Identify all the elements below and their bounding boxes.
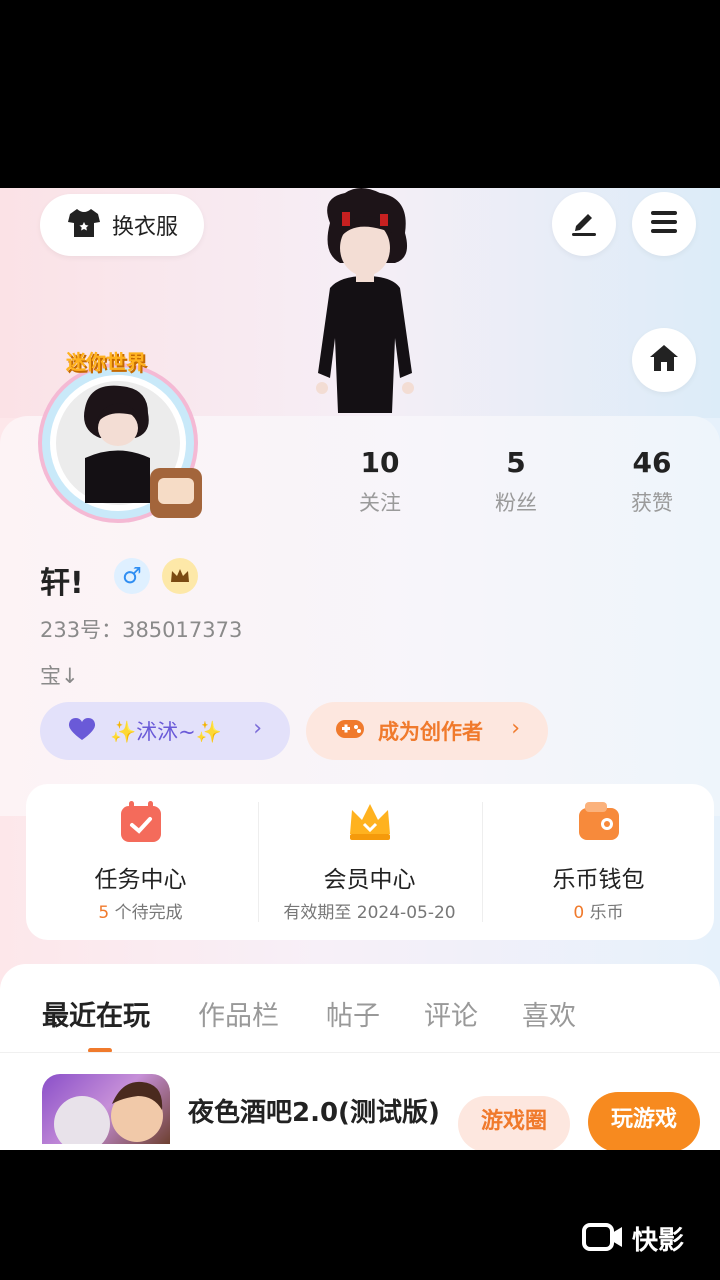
watermark: 快影 xyxy=(582,1220,684,1257)
stat-followers[interactable]: 5 粉丝 xyxy=(446,446,586,517)
character-figure[interactable] xyxy=(300,188,430,418)
video-camera-icon xyxy=(582,1221,624,1257)
edit-profile-button[interactable] xyxy=(552,192,616,256)
divider xyxy=(482,802,483,922)
tab-recent[interactable]: 最近在玩 xyxy=(42,994,150,1033)
change-outfit-button[interactable]: 换衣服 xyxy=(40,194,204,256)
change-outfit-label: 换衣服 xyxy=(111,215,178,240)
divider xyxy=(0,1052,720,1053)
play-game-button[interactable]: 玩游戏 xyxy=(588,1092,700,1150)
task-center-title: 任务中心 xyxy=(94,867,187,893)
gamepad-icon xyxy=(334,716,366,746)
task-center-sub: 5 个待完成 xyxy=(26,898,255,923)
tab-posts[interactable]: 帖子 xyxy=(326,994,380,1033)
profile-avatar[interactable]: 迷你世界 xyxy=(30,348,210,528)
member-center-item[interactable]: 会员中心 有效期至 2024-05-20 xyxy=(255,784,484,940)
likes-count: 46 xyxy=(632,446,672,479)
crown-icon xyxy=(346,798,394,846)
chevron-right-icon: › xyxy=(511,716,520,741)
tab-comments[interactable]: 评论 xyxy=(424,994,478,1033)
wallet-icon xyxy=(575,798,623,846)
profile-screen: 换衣服 迷你世界 10 关注 5 粉丝 46 获赞 轩! ♂ 233号：3850… xyxy=(0,188,720,1150)
pending-label: 个待完成 xyxy=(109,903,183,923)
hamburger-icon xyxy=(648,206,680,242)
watermark-text: 快影 xyxy=(632,1226,685,1256)
member-expiry: 有效期至 2024-05-20 xyxy=(283,903,456,923)
calendar-check-icon xyxy=(117,798,165,846)
wallet-title: 乐币钱包 xyxy=(552,867,645,893)
stats-row: 10 关注 5 粉丝 46 获赞 xyxy=(310,446,720,526)
followers-count: 5 xyxy=(506,446,526,479)
heart-icon xyxy=(66,716,98,746)
become-creator-tag[interactable]: 成为创作者 › xyxy=(306,702,548,760)
male-icon: ♂ xyxy=(114,558,150,594)
chevron-right-icon: › xyxy=(253,716,262,741)
tab-works[interactable]: 作品栏 xyxy=(198,994,279,1033)
avatar-logo-badge: 迷你世界 xyxy=(66,350,146,374)
user-id: 233号：385017373 xyxy=(40,618,243,642)
following-label: 关注 xyxy=(359,491,401,515)
username: 轩! xyxy=(40,566,84,601)
wallet-item[interactable]: 乐币钱包 0 乐币 xyxy=(484,784,713,940)
content-tabs-card: 最近在玩 作品栏 帖子 评论 喜欢 夜色酒吧2.0(测试版) 游戏圈 玩游戏 xyxy=(0,964,720,1150)
home-icon xyxy=(647,341,681,379)
coin-label: 乐币 xyxy=(584,903,624,923)
wallet-sub: 0 乐币 xyxy=(484,898,713,923)
stat-following[interactable]: 10 关注 xyxy=(310,446,450,517)
stat-likes[interactable]: 46 获赞 xyxy=(582,446,720,517)
game-title: 夜色酒吧2.0(测试版) xyxy=(188,1098,440,1128)
tab-likes[interactable]: 喜欢 xyxy=(522,994,576,1033)
pending-count: 5 xyxy=(98,903,110,923)
following-count: 10 xyxy=(360,446,400,479)
menu-button[interactable] xyxy=(632,192,696,256)
user-bio: 宝↓ xyxy=(40,664,79,688)
game-thumbnail[interactable] xyxy=(42,1074,170,1144)
shirt-icon xyxy=(66,206,102,244)
fan-club-label: ✨沭沭~✨ xyxy=(110,720,222,744)
member-center-title: 会员中心 xyxy=(323,867,416,893)
list-item[interactable]: 夜色酒吧2.0(测试版) 游戏圈 玩游戏 xyxy=(0,1062,720,1150)
likes-label: 获赞 xyxy=(631,491,673,515)
game-circle-button[interactable]: 游戏圈 xyxy=(458,1096,570,1150)
task-center-item[interactable]: 任务中心 5 个待完成 xyxy=(26,784,255,940)
coin-count: 0 xyxy=(573,903,585,923)
followers-label: 粉丝 xyxy=(495,491,537,515)
fan-club-tag[interactable]: ✨沭沭~✨ › xyxy=(40,702,290,760)
crown-icon[interactable] xyxy=(162,558,198,594)
pencil-icon xyxy=(568,206,600,242)
home-button[interactable] xyxy=(632,328,696,392)
become-creator-label: 成为创作者 xyxy=(378,720,483,744)
quick-actions-card: 任务中心 5 个待完成 会员中心 有效期至 2024-05-20 乐币钱包 0 … xyxy=(26,784,714,940)
